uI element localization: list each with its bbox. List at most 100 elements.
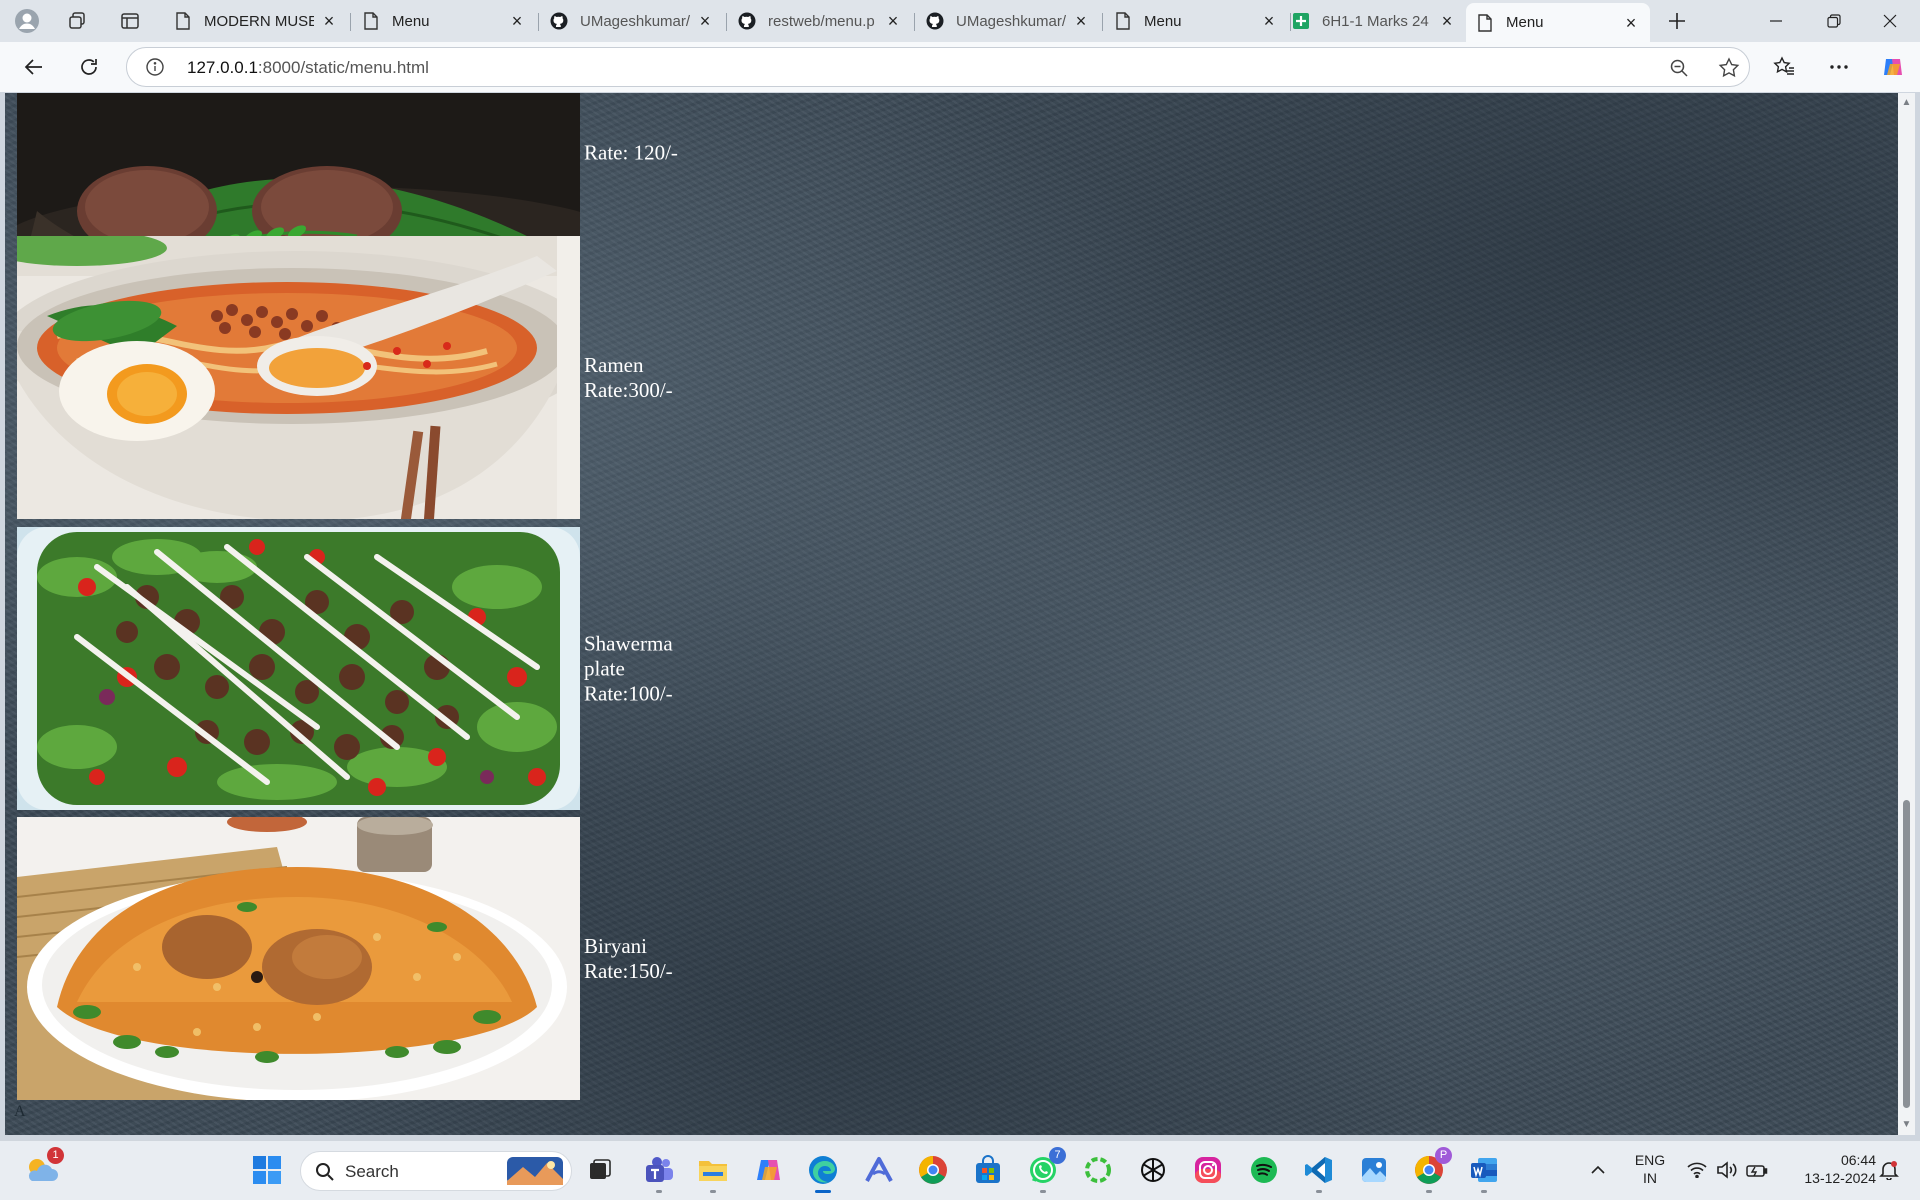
- close-icon[interactable]: ×: [1072, 12, 1090, 30]
- clock-time: 06:44: [1840, 1152, 1876, 1168]
- vscode-icon[interactable]: [1300, 1151, 1338, 1193]
- green-circle-app-icon[interactable]: [1079, 1151, 1117, 1189]
- food-image-biryani: [17, 817, 580, 1100]
- battery-icon[interactable]: [1740, 1151, 1774, 1189]
- url-host: 127.0.0.1: [187, 58, 258, 77]
- close-icon[interactable]: ×: [884, 12, 902, 30]
- tab-modern-muse[interactable]: MODERN MUSE ×: [164, 4, 348, 38]
- arc-app-icon[interactable]: [860, 1151, 898, 1189]
- tab-title: MODERN MUSE: [204, 12, 314, 30]
- spotify-icon[interactable]: [1245, 1151, 1283, 1189]
- info-icon[interactable]: [145, 57, 165, 77]
- file-explorer-icon[interactable]: [694, 1151, 732, 1193]
- more-options-icon[interactable]: [1822, 50, 1856, 84]
- clock[interactable]: 06:44 13-12-2024: [1780, 1151, 1876, 1187]
- refresh-icon[interactable]: [72, 50, 106, 84]
- close-icon[interactable]: ×: [696, 12, 714, 30]
- food-info: Rate: 120/-: [584, 140, 678, 165]
- close-icon[interactable]: ×: [1260, 12, 1278, 30]
- vertical-scrollbar[interactable]: ▲ ▼: [1898, 93, 1915, 1135]
- notifications-bell-icon[interactable]: [1872, 1151, 1906, 1189]
- tab-separator: [726, 13, 727, 31]
- back-arrow-icon[interactable]: [17, 50, 51, 84]
- whatsapp-badge: 7: [1049, 1147, 1066, 1164]
- active-indicator: [815, 1190, 831, 1193]
- whatsapp-icon[interactable]: 7: [1024, 1147, 1066, 1193]
- taskbar-search[interactable]: Search: [300, 1151, 572, 1191]
- task-view-icon[interactable]: [581, 1151, 619, 1189]
- chrome-profile-icon[interactable]: P: [1410, 1147, 1452, 1193]
- windows-start-icon[interactable]: [248, 1151, 286, 1189]
- scroll-down-icon[interactable]: ▼: [1901, 1119, 1912, 1130]
- minimize-icon[interactable]: [1748, 0, 1804, 42]
- menu-item: Shawerma plate Rate:100/-: [17, 527, 717, 810]
- food-rate: Rate: 120/-: [584, 140, 678, 164]
- tab-menu-2[interactable]: Menu ×: [1104, 4, 1288, 38]
- profile-avatar-icon[interactable]: [10, 6, 44, 36]
- browser-toolbar: 127.0.0.1:8000/static/menu.html: [0, 42, 1920, 92]
- scroll-up-icon[interactable]: ▲: [1901, 97, 1912, 108]
- photos-icon[interactable]: [1355, 1151, 1393, 1189]
- restore-icon[interactable]: [1806, 0, 1862, 42]
- food-image-shawerma: [17, 527, 580, 810]
- zoom-out-icon[interactable]: [1663, 52, 1695, 84]
- scrollbar-thumb[interactable]: [1903, 800, 1910, 1108]
- favorite-star-icon[interactable]: [1713, 52, 1745, 84]
- tab-menu-1[interactable]: Menu ×: [352, 4, 536, 38]
- new-tab-icon[interactable]: [1660, 6, 1694, 36]
- search-highlight-icon: [507, 1157, 563, 1190]
- sheets-icon: [1292, 12, 1310, 30]
- tab-title: Menu: [1506, 14, 1544, 31]
- tab-github-2[interactable]: restweb/menu.p ×: [728, 4, 912, 38]
- copilot-app-icon[interactable]: [750, 1151, 788, 1189]
- food-rate: Rate:150/-: [584, 958, 673, 983]
- page-icon: [174, 12, 192, 30]
- tab-github-3[interactable]: UMageshkumar/ ×: [916, 4, 1100, 38]
- url-text[interactable]: 127.0.0.1:8000/static/menu.html: [187, 58, 429, 78]
- volume-icon[interactable]: [1710, 1151, 1744, 1189]
- taskbar: 1 Search 7 P ENG IN 06:44 13-12-2024: [0, 1140, 1920, 1200]
- tab-menu-active[interactable]: Menu ×: [1466, 3, 1650, 42]
- copilot-icon[interactable]: [1876, 50, 1910, 84]
- favorites-icon[interactable]: [1767, 50, 1801, 84]
- tab-github-1[interactable]: UMageshkumar/ ×: [540, 4, 724, 38]
- tab-sheets[interactable]: 6H1-1 Marks 24 ×: [1282, 4, 1466, 38]
- food-rate: Rate:100/-: [584, 681, 673, 705]
- chrome-icon[interactable]: [914, 1151, 952, 1189]
- close-icon[interactable]: ×: [1438, 12, 1456, 30]
- weather-icon[interactable]: 1: [22, 1147, 64, 1189]
- close-icon[interactable]: ×: [320, 12, 338, 30]
- tab-separator: [914, 13, 915, 31]
- food-info: Shawerma plate Rate:100/-: [584, 631, 717, 706]
- running-indicator: [710, 1190, 716, 1193]
- tab-title: UMageshkumar/: [956, 12, 1066, 30]
- search-label: Search: [345, 1162, 399, 1181]
- instagram-icon[interactable]: [1189, 1151, 1227, 1189]
- wifi-icon[interactable]: [1680, 1151, 1714, 1189]
- close-window-icon[interactable]: [1862, 0, 1918, 42]
- running-indicator: [1426, 1190, 1432, 1193]
- workspaces-icon[interactable]: [60, 6, 94, 36]
- tab-strip: MODERN MUSE × Menu × UMageshkumar/ × res…: [0, 0, 1920, 42]
- chatgpt-icon[interactable]: [1134, 1151, 1172, 1189]
- running-indicator: [1316, 1190, 1322, 1193]
- language-indicator[interactable]: ENG IN: [1628, 1151, 1672, 1187]
- show-hidden-icons-chevron-icon[interactable]: [1583, 1151, 1613, 1189]
- github-icon: [738, 12, 756, 30]
- food-info: Ramen Rate:300/-: [584, 353, 673, 403]
- food-name: Ramen: [584, 352, 644, 377]
- chrome-profile-badge: P: [1435, 1147, 1452, 1164]
- language-line-1: ENG: [1634, 1152, 1666, 1168]
- tab-separator: [538, 13, 539, 31]
- close-icon[interactable]: ×: [508, 12, 526, 30]
- food-image-ramen: [17, 236, 580, 519]
- edge-icon[interactable]: [804, 1151, 842, 1193]
- microsoft-store-icon[interactable]: [969, 1151, 1007, 1189]
- food-info: Biryani Rate:150/-: [584, 934, 673, 984]
- close-icon[interactable]: ×: [1622, 14, 1640, 32]
- word-icon[interactable]: [1465, 1151, 1503, 1193]
- teams-icon[interactable]: [640, 1151, 678, 1193]
- address-bar[interactable]: 127.0.0.1:8000/static/menu.html: [126, 47, 1750, 87]
- tab-actions-icon[interactable]: [113, 6, 147, 36]
- running-indicator: [656, 1190, 662, 1193]
